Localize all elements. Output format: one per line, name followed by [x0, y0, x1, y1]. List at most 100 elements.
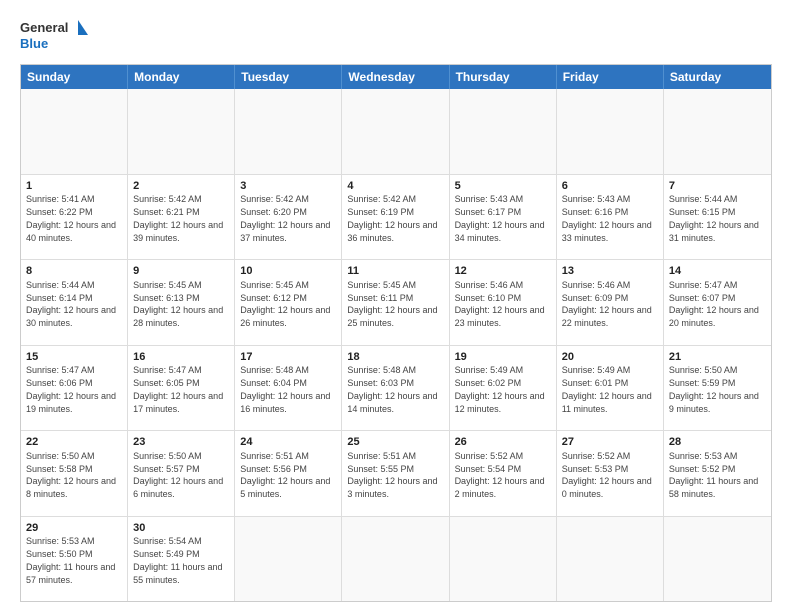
cell-info: Sunrise: 5:41 AMSunset: 6:22 PMDaylight:… [26, 194, 116, 242]
day-number: 25 [347, 435, 443, 450]
day-number: 1 [26, 179, 122, 194]
cell-info: Sunrise: 5:53 AMSunset: 5:50 PMDaylight:… [26, 536, 115, 584]
cell-1-0: 1 Sunrise: 5:41 AMSunset: 6:22 PMDayligh… [21, 175, 128, 260]
cell-1-4: 5 Sunrise: 5:43 AMSunset: 6:17 PMDayligh… [450, 175, 557, 260]
header: General Blue [20, 16, 772, 54]
header-saturday: Saturday [664, 65, 771, 89]
header-wednesday: Wednesday [342, 65, 449, 89]
day-number: 7 [669, 179, 766, 194]
cell-4-1: 23 Sunrise: 5:50 AMSunset: 5:57 PMDaylig… [128, 431, 235, 516]
cell-info: Sunrise: 5:46 AMSunset: 6:10 PMDaylight:… [455, 280, 545, 328]
day-number: 12 [455, 264, 551, 279]
cell-info: Sunrise: 5:51 AMSunset: 5:56 PMDaylight:… [240, 451, 330, 499]
day-number: 18 [347, 350, 443, 365]
cell-4-0: 22 Sunrise: 5:50 AMSunset: 5:58 PMDaylig… [21, 431, 128, 516]
cell-0-0 [21, 89, 128, 174]
cell-info: Sunrise: 5:48 AMSunset: 6:03 PMDaylight:… [347, 365, 437, 413]
cell-0-3 [342, 89, 449, 174]
week-row-2: 8 Sunrise: 5:44 AMSunset: 6:14 PMDayligh… [21, 259, 771, 345]
day-number: 6 [562, 179, 658, 194]
cell-info: Sunrise: 5:51 AMSunset: 5:55 PMDaylight:… [347, 451, 437, 499]
logo-svg: General Blue [20, 16, 90, 54]
day-number: 8 [26, 264, 122, 279]
day-number: 13 [562, 264, 658, 279]
cell-1-2: 3 Sunrise: 5:42 AMSunset: 6:20 PMDayligh… [235, 175, 342, 260]
cell-info: Sunrise: 5:53 AMSunset: 5:52 PMDaylight:… [669, 451, 758, 499]
svg-text:General: General [20, 20, 68, 35]
cell-4-4: 26 Sunrise: 5:52 AMSunset: 5:54 PMDaylig… [450, 431, 557, 516]
cell-2-0: 8 Sunrise: 5:44 AMSunset: 6:14 PMDayligh… [21, 260, 128, 345]
cell-info: Sunrise: 5:50 AMSunset: 5:57 PMDaylight:… [133, 451, 223, 499]
cell-3-1: 16 Sunrise: 5:47 AMSunset: 6:05 PMDaylig… [128, 346, 235, 431]
calendar-body: 1 Sunrise: 5:41 AMSunset: 6:22 PMDayligh… [21, 89, 771, 601]
cell-3-2: 17 Sunrise: 5:48 AMSunset: 6:04 PMDaylig… [235, 346, 342, 431]
day-number: 4 [347, 179, 443, 194]
cell-info: Sunrise: 5:48 AMSunset: 6:04 PMDaylight:… [240, 365, 330, 413]
cell-1-5: 6 Sunrise: 5:43 AMSunset: 6:16 PMDayligh… [557, 175, 664, 260]
cell-info: Sunrise: 5:47 AMSunset: 6:05 PMDaylight:… [133, 365, 223, 413]
day-number: 30 [133, 521, 229, 536]
header-sunday: Sunday [21, 65, 128, 89]
cell-info: Sunrise: 5:49 AMSunset: 6:01 PMDaylight:… [562, 365, 652, 413]
cell-0-5 [557, 89, 664, 174]
cell-0-6 [664, 89, 771, 174]
cell-info: Sunrise: 5:45 AMSunset: 6:11 PMDaylight:… [347, 280, 437, 328]
cell-info: Sunrise: 5:52 AMSunset: 5:54 PMDaylight:… [455, 451, 545, 499]
svg-text:Blue: Blue [20, 36, 48, 51]
cell-5-2 [235, 517, 342, 602]
cell-2-4: 12 Sunrise: 5:46 AMSunset: 6:10 PMDaylig… [450, 260, 557, 345]
cell-2-6: 14 Sunrise: 5:47 AMSunset: 6:07 PMDaylig… [664, 260, 771, 345]
calendar-page: General Blue Sunday Monday Tuesday Wedne… [0, 0, 792, 612]
day-number: 3 [240, 179, 336, 194]
day-number: 23 [133, 435, 229, 450]
cell-info: Sunrise: 5:42 AMSunset: 6:20 PMDaylight:… [240, 194, 330, 242]
day-number: 24 [240, 435, 336, 450]
calendar-header: Sunday Monday Tuesday Wednesday Thursday… [21, 65, 771, 89]
day-number: 21 [669, 350, 766, 365]
day-number: 19 [455, 350, 551, 365]
cell-1-1: 2 Sunrise: 5:42 AMSunset: 6:21 PMDayligh… [128, 175, 235, 260]
week-row-1: 1 Sunrise: 5:41 AMSunset: 6:22 PMDayligh… [21, 174, 771, 260]
cell-4-2: 24 Sunrise: 5:51 AMSunset: 5:56 PMDaylig… [235, 431, 342, 516]
day-number: 28 [669, 435, 766, 450]
day-number: 5 [455, 179, 551, 194]
week-row-0 [21, 89, 771, 174]
cell-info: Sunrise: 5:44 AMSunset: 6:14 PMDaylight:… [26, 280, 116, 328]
cell-info: Sunrise: 5:46 AMSunset: 6:09 PMDaylight:… [562, 280, 652, 328]
cell-4-6: 28 Sunrise: 5:53 AMSunset: 5:52 PMDaylig… [664, 431, 771, 516]
day-number: 10 [240, 264, 336, 279]
cell-5-6 [664, 517, 771, 602]
cell-info: Sunrise: 5:50 AMSunset: 5:59 PMDaylight:… [669, 365, 759, 413]
cell-0-1 [128, 89, 235, 174]
cell-0-2 [235, 89, 342, 174]
day-number: 26 [455, 435, 551, 450]
cell-4-3: 25 Sunrise: 5:51 AMSunset: 5:55 PMDaylig… [342, 431, 449, 516]
cell-1-6: 7 Sunrise: 5:44 AMSunset: 6:15 PMDayligh… [664, 175, 771, 260]
cell-2-1: 9 Sunrise: 5:45 AMSunset: 6:13 PMDayligh… [128, 260, 235, 345]
day-number: 29 [26, 521, 122, 536]
week-row-4: 22 Sunrise: 5:50 AMSunset: 5:58 PMDaylig… [21, 430, 771, 516]
week-row-5: 29 Sunrise: 5:53 AMSunset: 5:50 PMDaylig… [21, 516, 771, 602]
header-thursday: Thursday [450, 65, 557, 89]
cell-4-5: 27 Sunrise: 5:52 AMSunset: 5:53 PMDaylig… [557, 431, 664, 516]
day-number: 16 [133, 350, 229, 365]
cell-info: Sunrise: 5:43 AMSunset: 6:17 PMDaylight:… [455, 194, 545, 242]
day-number: 11 [347, 264, 443, 279]
cell-3-0: 15 Sunrise: 5:47 AMSunset: 6:06 PMDaylig… [21, 346, 128, 431]
cell-info: Sunrise: 5:49 AMSunset: 6:02 PMDaylight:… [455, 365, 545, 413]
header-tuesday: Tuesday [235, 65, 342, 89]
cell-info: Sunrise: 5:45 AMSunset: 6:12 PMDaylight:… [240, 280, 330, 328]
header-friday: Friday [557, 65, 664, 89]
cell-3-5: 20 Sunrise: 5:49 AMSunset: 6:01 PMDaylig… [557, 346, 664, 431]
day-number: 15 [26, 350, 122, 365]
cell-info: Sunrise: 5:44 AMSunset: 6:15 PMDaylight:… [669, 194, 759, 242]
cell-5-3 [342, 517, 449, 602]
cell-info: Sunrise: 5:45 AMSunset: 6:13 PMDaylight:… [133, 280, 223, 328]
cell-info: Sunrise: 5:54 AMSunset: 5:49 PMDaylight:… [133, 536, 222, 584]
header-monday: Monday [128, 65, 235, 89]
day-number: 9 [133, 264, 229, 279]
cell-2-3: 11 Sunrise: 5:45 AMSunset: 6:11 PMDaylig… [342, 260, 449, 345]
cell-5-4 [450, 517, 557, 602]
week-row-3: 15 Sunrise: 5:47 AMSunset: 6:06 PMDaylig… [21, 345, 771, 431]
day-number: 22 [26, 435, 122, 450]
